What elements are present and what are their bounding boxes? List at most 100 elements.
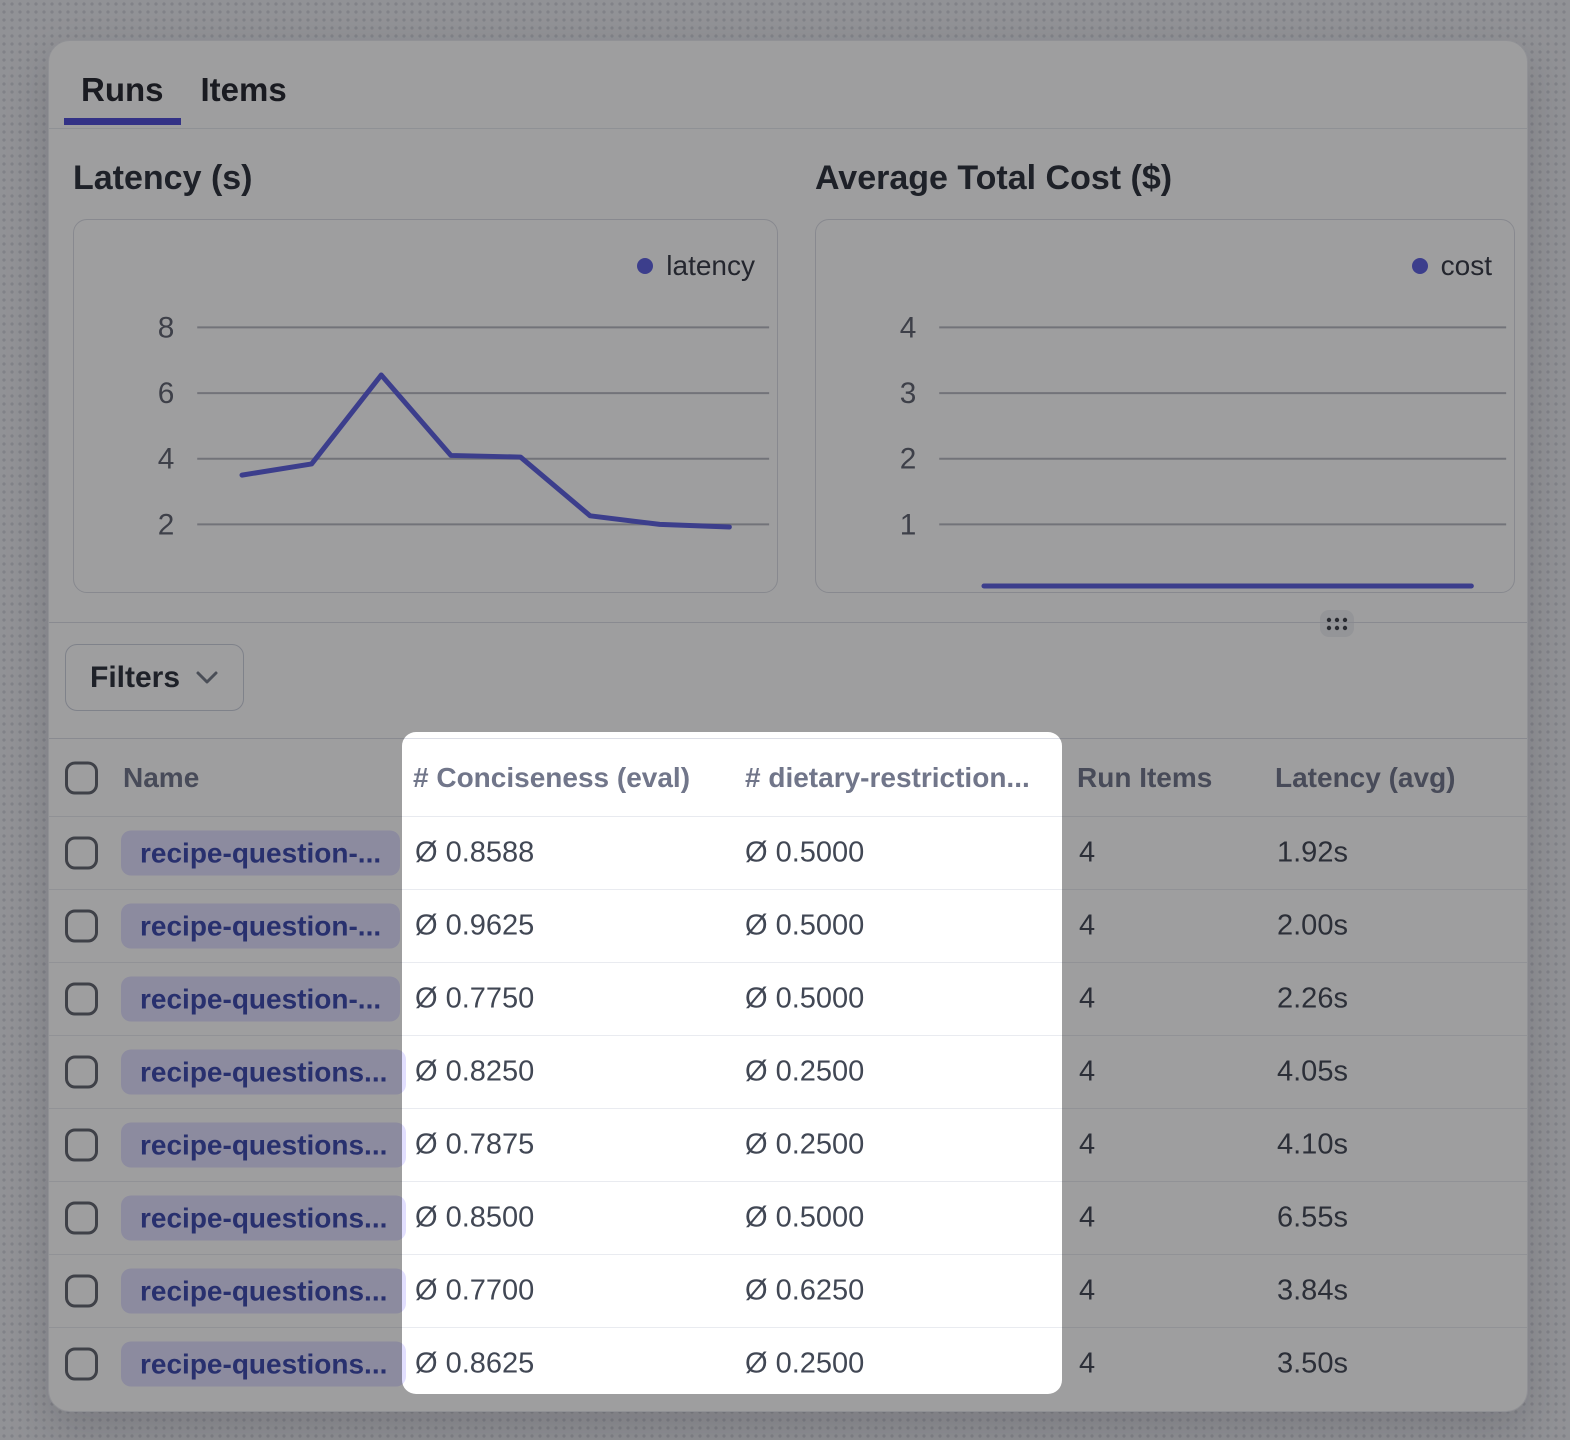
dietary-restriction-score-cell: Ø 0.6250 [745,1275,864,1308]
run-items-cell: 4 [1079,837,1095,870]
svg-text:6: 6 [158,377,175,410]
row-checkbox[interactable] [65,837,98,870]
chevron-down-icon [195,670,219,685]
latency-avg-cell: 3.84s [1277,1275,1348,1308]
tab-runs-label: Runs [81,71,164,108]
conciseness-score-cell: Ø 0.8625 [415,1348,534,1381]
cost-legend-label: cost [1441,250,1492,282]
tab-runs[interactable]: Runs [64,71,181,129]
cost-legend: cost [1412,250,1492,282]
row-checkbox[interactable] [65,983,98,1016]
column-header-dietary-restriction[interactable]: # dietary-restriction... [745,762,1030,794]
run-items-cell: 4 [1079,1275,1095,1308]
run-items-cell: 4 [1079,1348,1095,1381]
column-header-run-items[interactable]: Run Items [1077,762,1212,794]
row-checkbox[interactable] [65,1275,98,1308]
run-name-badge[interactable]: recipe-question-... [121,831,400,876]
row-checkbox[interactable] [65,1056,98,1089]
latency-chart-panel: 2 4 6 8 latency [73,219,778,593]
dietary-restriction-score-cell: Ø 0.5000 [745,983,864,1016]
latency-chart-title: Latency (s) [73,159,253,198]
conciseness-score-cell: Ø 0.7875 [415,1129,534,1162]
legend-dot-icon [637,258,653,274]
filters-button[interactable]: Filters [65,644,244,711]
dietary-restriction-score-cell: Ø 0.5000 [745,910,864,943]
select-all-checkbox[interactable] [65,761,98,794]
run-name-badge[interactable]: recipe-question-... [121,977,400,1022]
row-checkbox[interactable] [65,1202,98,1235]
run-name-label: recipe-questions... [140,1275,387,1307]
page-background: Runs Items Latency (s) Average Total Cos… [0,0,1570,1440]
column-header-latency-avg[interactable]: Latency (avg) [1275,762,1456,794]
svg-text:8: 8 [158,311,175,344]
run-name-badge[interactable]: recipe-questions... [121,1269,406,1314]
svg-text:3: 3 [900,377,917,410]
run-name-label: recipe-questions... [140,1056,387,1088]
run-name-label: recipe-question-... [140,910,381,942]
latency-avg-cell: 1.92s [1277,837,1348,870]
dietary-restriction-score-cell: Ø 0.2500 [745,1348,864,1381]
dietary-restriction-score-cell: Ø 0.5000 [745,837,864,870]
run-name-label: recipe-question-... [140,837,381,869]
conciseness-score-cell: Ø 0.8500 [415,1202,534,1235]
dataset-runs-card: Runs Items Latency (s) Average Total Cos… [48,40,1528,1412]
run-name-label: recipe-questions... [140,1348,387,1380]
table-row[interactable]: recipe-questions... Ø 0.7875 Ø 0.2500 4 … [49,1109,1527,1182]
table-row[interactable]: recipe-questions... Ø 0.8625 Ø 0.2500 4 … [49,1328,1527,1400]
legend-dot-icon [1412,258,1428,274]
svg-text:4: 4 [900,311,917,344]
tab-bar: Runs Items [49,41,1527,129]
latency-avg-cell: 6.55s [1277,1202,1348,1235]
dietary-restriction-score-cell: Ø 0.5000 [745,1202,864,1235]
latency-avg-cell: 2.00s [1277,910,1348,943]
run-items-cell: 4 [1079,1056,1095,1089]
run-name-label: recipe-questions... [140,1202,387,1234]
latency-avg-cell: 4.10s [1277,1129,1348,1162]
latency-legend-label: latency [666,250,755,282]
table-row[interactable]: recipe-question-... Ø 0.8588 Ø 0.5000 4 … [49,817,1527,890]
svg-text:2: 2 [900,443,917,476]
filters-section: Filters [49,622,1527,739]
column-header-conciseness[interactable]: # Conciseness (eval) [413,762,690,794]
run-name-badge[interactable]: recipe-questions... [121,1050,406,1095]
cost-chart-panel: 1 2 3 4 cost [815,219,1515,593]
run-name-label: recipe-questions... [140,1129,387,1161]
table-row[interactable]: recipe-questions... Ø 0.8250 Ø 0.2500 4 … [49,1036,1527,1109]
run-items-cell: 4 [1079,1202,1095,1235]
conciseness-score-cell: Ø 0.9625 [415,910,534,943]
conciseness-score-cell: Ø 0.8588 [415,837,534,870]
run-name-label: recipe-question-... [140,983,381,1015]
table-row[interactable]: recipe-questions... Ø 0.8500 Ø 0.5000 4 … [49,1182,1527,1255]
run-items-cell: 4 [1079,1129,1095,1162]
table-row[interactable]: recipe-question-... Ø 0.9625 Ø 0.5000 4 … [49,890,1527,963]
run-name-badge[interactable]: recipe-questions... [121,1123,406,1168]
svg-text:4: 4 [158,443,175,476]
run-name-badge[interactable]: recipe-question-... [121,904,400,949]
row-checkbox[interactable] [65,1348,98,1381]
run-name-badge[interactable]: recipe-questions... [121,1196,406,1241]
latency-avg-cell: 2.26s [1277,983,1348,1016]
run-items-cell: 4 [1079,983,1095,1016]
dietary-restriction-score-cell: Ø 0.2500 [745,1056,864,1089]
table-row[interactable]: recipe-questions... Ø 0.7700 Ø 0.6250 4 … [49,1255,1527,1328]
tab-items-label: Items [201,71,287,108]
latency-legend: latency [637,250,755,282]
row-checkbox[interactable] [65,1129,98,1162]
dietary-restriction-score-cell: Ø 0.2500 [745,1129,864,1162]
conciseness-score-cell: Ø 0.8250 [415,1056,534,1089]
run-items-cell: 4 [1079,910,1095,943]
row-checkbox[interactable] [65,910,98,943]
tab-items[interactable]: Items [184,71,304,129]
svg-text:2: 2 [158,508,175,541]
filters-button-label: Filters [90,661,180,695]
table-header: Name # Conciseness (eval) # dietary-rest… [49,738,1527,817]
cost-chart-title: Average Total Cost ($) [815,159,1172,198]
table-body: recipe-question-... Ø 0.8588 Ø 0.5000 4 … [49,817,1527,1400]
svg-text:1: 1 [900,508,917,541]
latency-avg-cell: 4.05s [1277,1056,1348,1089]
table-row[interactable]: recipe-question-... Ø 0.7750 Ø 0.5000 4 … [49,963,1527,1036]
run-name-badge[interactable]: recipe-questions... [121,1342,406,1387]
column-header-name[interactable]: Name [123,762,199,794]
cost-line-chart: 1 2 3 4 [816,220,1514,592]
latency-avg-cell: 3.50s [1277,1348,1348,1381]
